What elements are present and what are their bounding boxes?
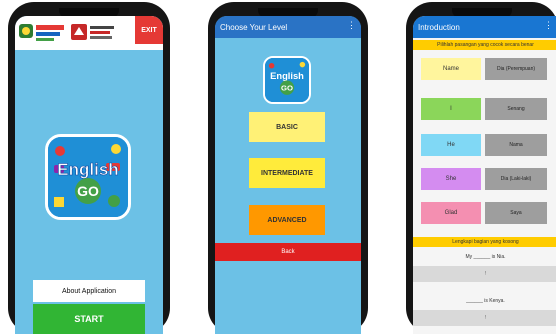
indonesian-word-tile[interactable]: Saya: [485, 202, 547, 224]
sponsor-logo-bar: EXIT: [15, 16, 163, 50]
app-bar: Choose Your Level ⋮: [215, 16, 361, 38]
english-word-tile[interactable]: Name: [421, 58, 481, 80]
phone-level-select: Choose Your Level ⋮ English GO BASIC INT…: [208, 2, 368, 334]
app-name-line1: English: [270, 71, 304, 81]
start-button[interactable]: START: [33, 304, 145, 334]
overflow-menu-icon[interactable]: ⋮: [544, 20, 553, 31]
fill-blank-instruction-banner: Lengkapi bagian yang kosong: [413, 237, 556, 247]
about-application-button[interactable]: About Application: [33, 280, 145, 302]
english-word-tile[interactable]: I: [421, 98, 481, 120]
level-select-screen: Choose Your Level ⋮ English GO BASIC INT…: [215, 16, 361, 334]
phone-introduction: Introduction ⋮ Pilihlah pasangan yang co…: [406, 2, 556, 334]
app-name-line2: GO: [281, 83, 293, 92]
introduction-screen: Introduction ⋮ Pilihlah pasangan yang co…: [413, 16, 556, 334]
english-go-app-icon: English GO: [45, 134, 131, 220]
matching-instruction-banner: Pilihlah pasangan yang cocok secara bena…: [413, 40, 556, 50]
phone-home: EXIT English GO About Application START: [8, 2, 170, 334]
match-pair: Glad Saya: [413, 202, 556, 224]
english-word-tile[interactable]: He: [421, 134, 481, 156]
match-pair: She Dia (Laki-laki): [413, 168, 556, 190]
advanced-level-button[interactable]: ADVANCED: [249, 205, 325, 235]
match-pair: I Senang: [413, 98, 556, 120]
english-word-tile[interactable]: Glad: [421, 202, 481, 224]
institution-logo: [71, 24, 114, 40]
app-icon-graphic: English GO: [265, 58, 309, 102]
fill-blank-sentence: ______ is Kenya.: [466, 298, 505, 304]
indonesian-word-tile[interactable]: Nama: [485, 134, 547, 156]
indonesian-word-tile[interactable]: Dia (Laki-laki): [485, 168, 547, 190]
exit-button[interactable]: EXIT: [135, 16, 163, 44]
english-word-tile[interactable]: She: [421, 168, 481, 190]
fill-blank-sentence: My ______ is Nia.: [465, 254, 506, 260]
answer-input[interactable]: !: [413, 266, 556, 282]
app-bar: Introduction ⋮: [413, 16, 556, 38]
app-name-line1: English: [57, 160, 118, 179]
indonesian-word-tile[interactable]: Senang: [485, 98, 547, 120]
match-pair: He Nama: [413, 134, 556, 156]
overflow-menu-icon[interactable]: ⋮: [347, 20, 356, 31]
screen-title: Choose Your Level: [220, 22, 288, 32]
home-screen: EXIT English GO About Application START: [15, 16, 163, 334]
back-button[interactable]: Back: [215, 243, 361, 261]
answer-input[interactable]: !: [413, 310, 556, 326]
indonesian-word-tile[interactable]: Dia (Perempuan): [485, 58, 547, 80]
match-pair: Name Dia (Perempuan): [413, 58, 556, 80]
app-name-line2: GO: [77, 183, 99, 199]
app-icon-graphic: English GO: [48, 137, 128, 217]
screen-title: Introduction: [418, 22, 460, 32]
kampus-merdeka-logo: [19, 24, 64, 41]
english-go-app-icon: English GO: [263, 56, 311, 104]
basic-level-button[interactable]: BASIC: [249, 112, 325, 142]
intermediate-level-button[interactable]: INTERMEDIATE: [249, 158, 325, 188]
